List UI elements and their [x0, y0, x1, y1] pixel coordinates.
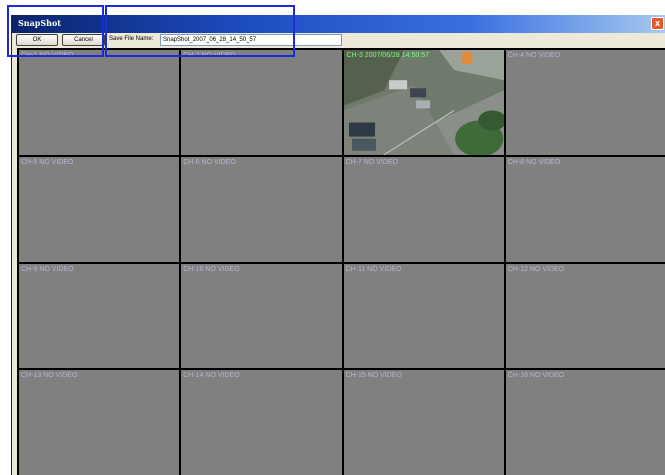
channel-tile-4[interactable]: CH-4 NO VIDEO — [505, 50, 665, 155]
channel-label: CH-13 NO VIDEO — [21, 372, 78, 380]
channel-tile-6[interactable]: CH-6 NO VIDEO — [181, 156, 342, 262]
channel-tile-11[interactable]: CH-11 NO VIDEO — [343, 263, 504, 369]
channel-tile-8[interactable]: CH-8 NO VIDEO — [505, 156, 665, 262]
channel-label: CH-14 NO VIDEO — [183, 372, 240, 380]
snapshot-window: SnapShot x OK Cancel Save File Name: Sna… — [11, 15, 665, 475]
channel-grid: CH-1 NO VIDEO CH-2 NO VIDEO CH-3 2007/06… — [17, 48, 665, 475]
cancel-button[interactable]: Cancel — [62, 34, 105, 46]
channel-tile-15[interactable]: CH-15 NO VIDEO — [343, 370, 504, 475]
channel-tile-14[interactable]: CH-14 NO VIDEO — [181, 370, 342, 475]
channel-tile-10[interactable]: CH-10 NO VIDEO — [181, 263, 342, 369]
channel-label: CH-2 NO VIDEO — [183, 52, 236, 59]
channel-tile-1[interactable]: CH-1 NO VIDEO — [19, 50, 180, 155]
channel-label: CH-3 2007/06/28 14:50:57 — [346, 52, 430, 59]
channel-label: CH-12 NO VIDEO — [507, 265, 565, 273]
channel-label: CH-5 NO VIDEO — [21, 158, 74, 166]
save-file-name-input[interactable]: SnapShot_2007_06_28_14_50_57 — [160, 34, 342, 46]
ok-button[interactable]: OK — [16, 34, 58, 46]
title-bar[interactable]: SnapShot x — [12, 15, 665, 33]
channel-label: CH-8 NO VIDEO — [507, 158, 561, 166]
channel-label: CH-6 NO VIDEO — [183, 158, 236, 166]
channel-tile-2[interactable]: CH-2 NO VIDEO — [181, 50, 342, 155]
channel-label: CH-16 NO VIDEO — [507, 372, 565, 380]
save-file-name-label: Save File Name: — [109, 36, 154, 42]
window-title: SnapShot — [18, 18, 61, 28]
channel-label: CH-11 NO VIDEO — [345, 265, 402, 273]
camera-feed-image — [343, 50, 504, 155]
channel-tile-3[interactable]: CH-3 2007/06/28 14:50:57 — [343, 50, 504, 155]
close-button[interactable]: x — [651, 17, 664, 30]
channel-tile-9[interactable]: CH-9 NO VIDEO — [19, 263, 180, 369]
channel-tile-7[interactable]: CH-7 NO VIDEO — [343, 156, 504, 262]
channel-tile-16[interactable]: CH-16 NO VIDEO — [505, 370, 665, 475]
channel-label: CH-10 NO VIDEO — [183, 265, 240, 273]
channel-label: CH-9 NO VIDEO — [21, 265, 74, 273]
channel-tile-12[interactable]: CH-12 NO VIDEO — [505, 263, 665, 369]
channel-label: CH-15 NO VIDEO — [345, 372, 402, 380]
snapshot-toolbar: OK Cancel Save File Name: SnapShot_2007_… — [12, 33, 665, 48]
channel-tile-5[interactable]: CH-5 NO VIDEO — [19, 156, 180, 262]
channel-label: CH-4 NO VIDEO — [507, 52, 561, 59]
channel-tile-13[interactable]: CH-13 NO VIDEO — [19, 370, 180, 475]
channel-label: CH-7 NO VIDEO — [345, 158, 399, 166]
channel-label: CH-1 NO VIDEO — [21, 52, 74, 59]
